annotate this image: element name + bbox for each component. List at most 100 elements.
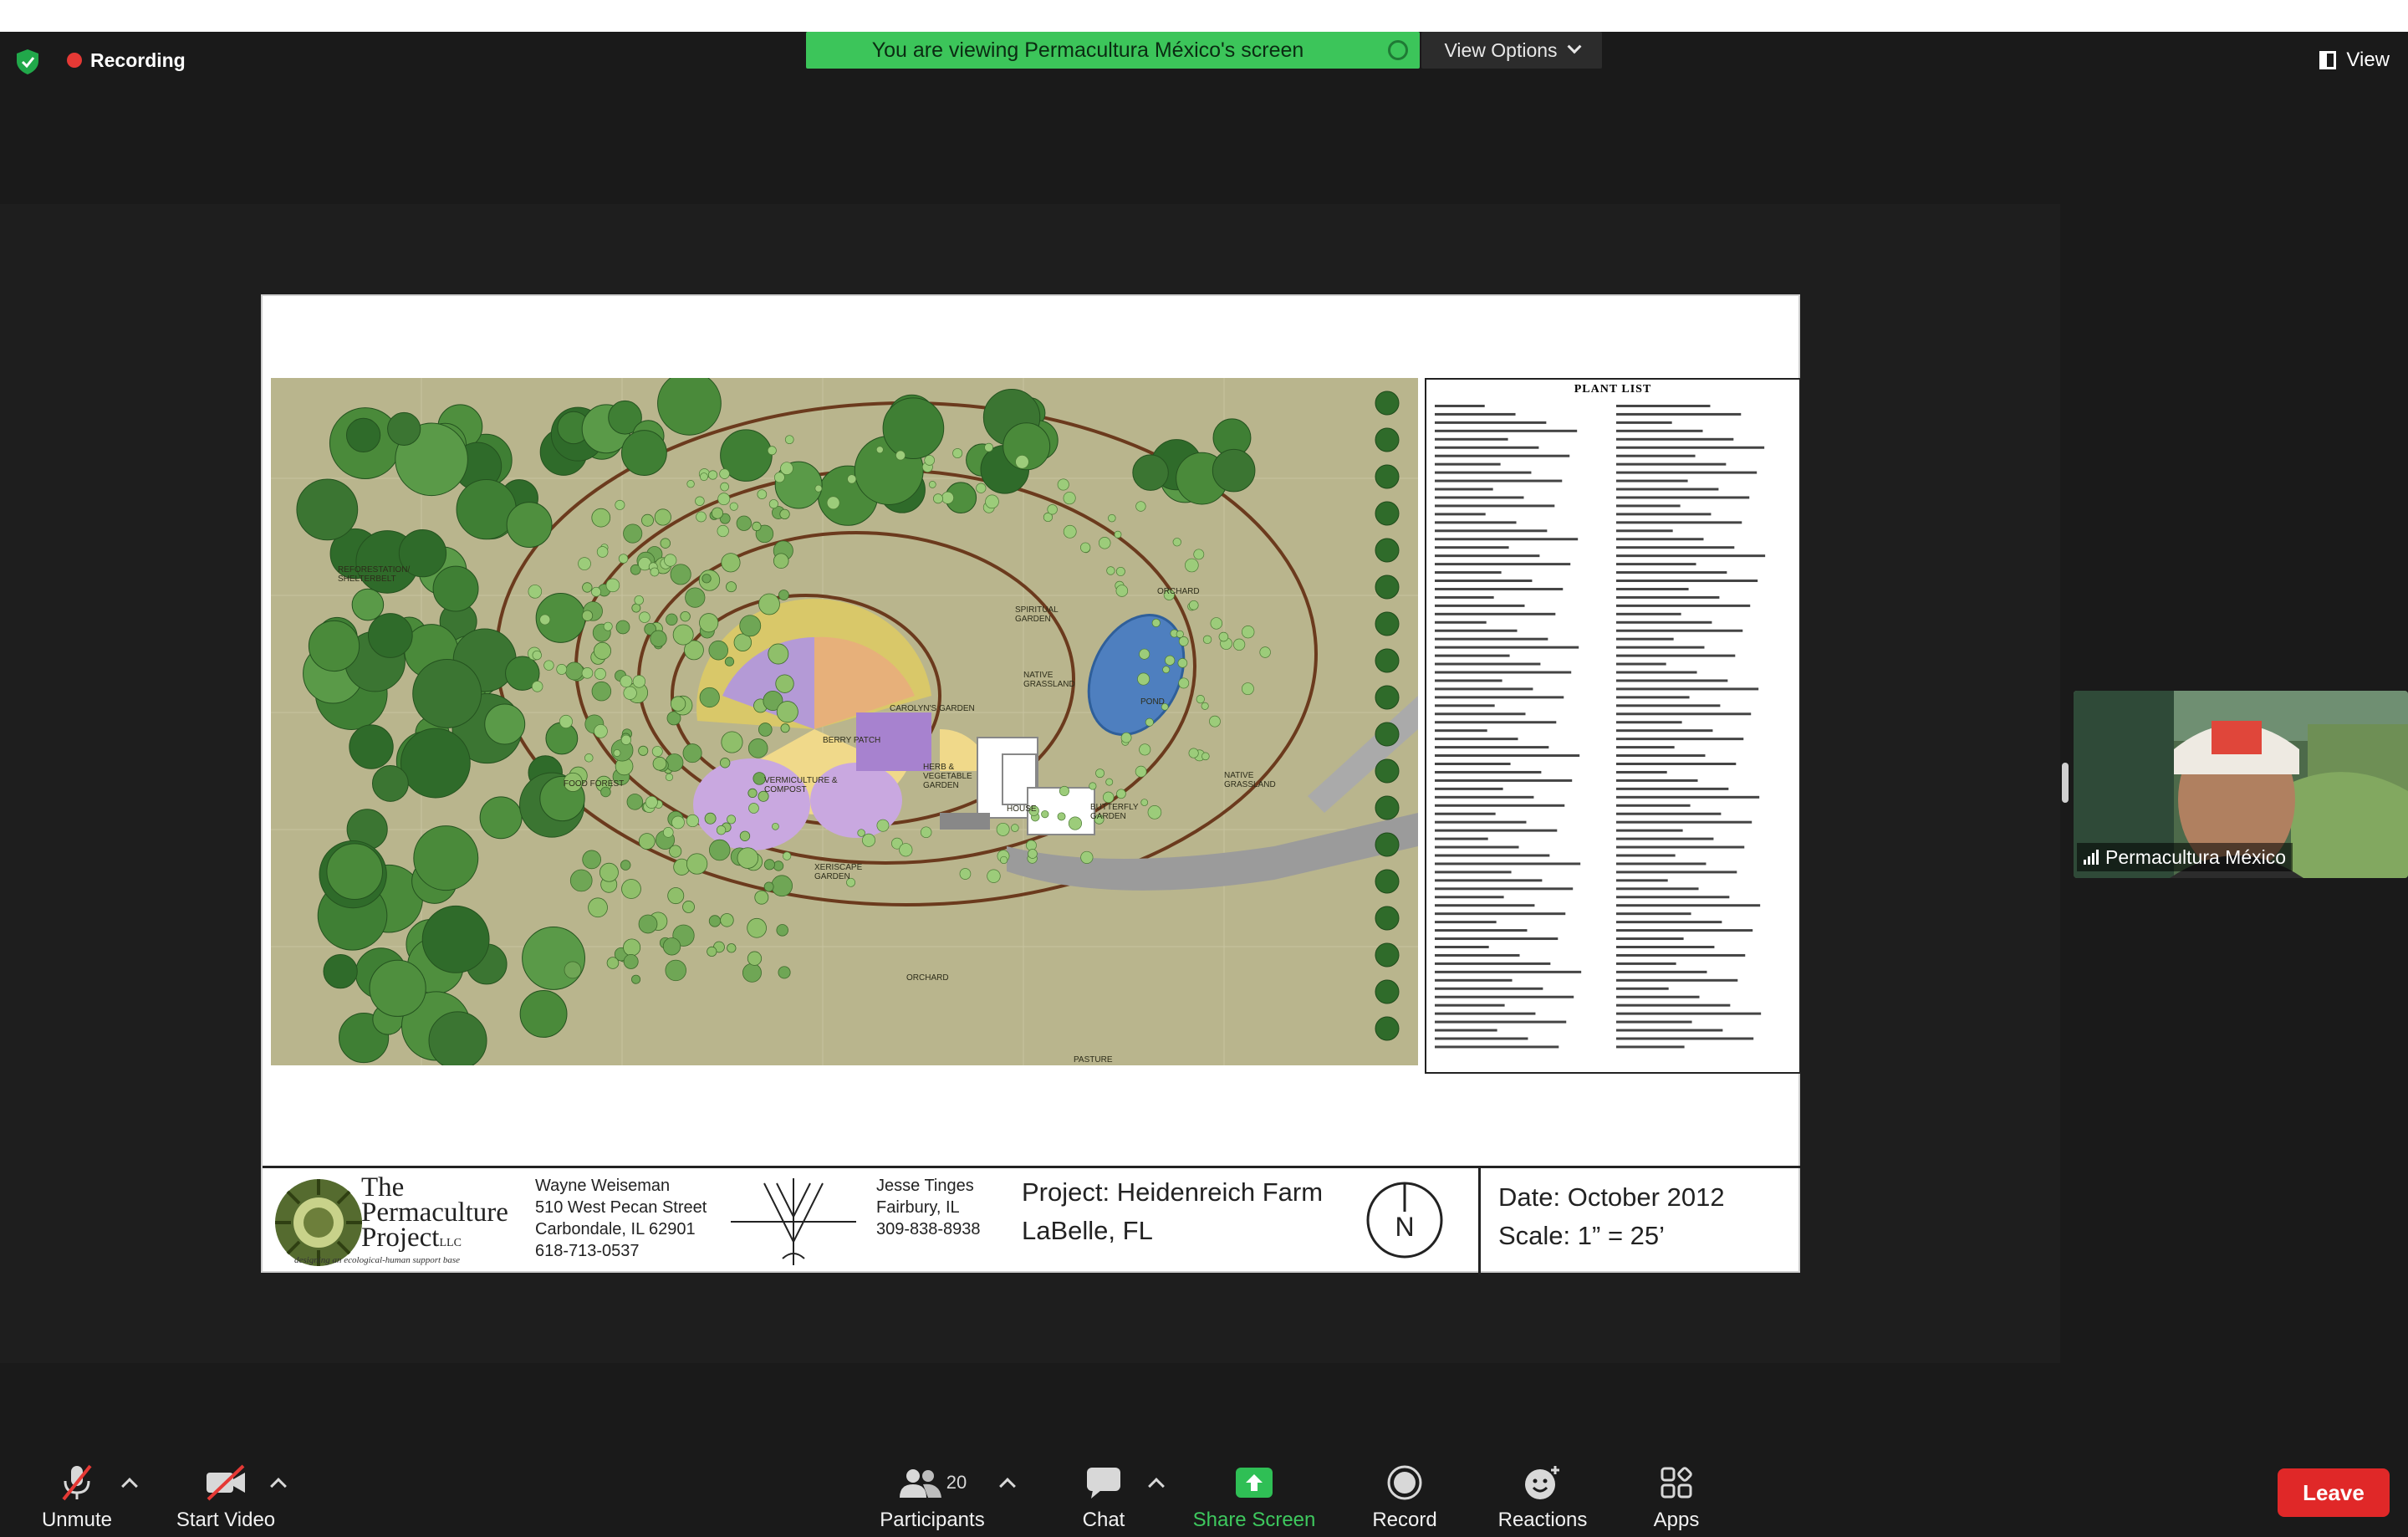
plant-list-entry-line	[1434, 845, 1519, 849]
orchard-tree	[748, 803, 759, 814]
orchard-tree	[578, 557, 591, 570]
orchard-tree	[1163, 589, 1175, 600]
plant-list-entry-line	[1434, 795, 1534, 799]
shrub	[631, 974, 641, 984]
orchard-tree	[1259, 646, 1271, 658]
plant-list-entry-line	[1615, 687, 1759, 691]
orchard-tree	[662, 827, 674, 838]
orchard-tree	[757, 489, 768, 500]
plant-list-entry-line	[1615, 995, 1700, 998]
plant-list-entry-line	[1434, 962, 1551, 965]
shrub	[623, 523, 643, 544]
plant-list-entry-line	[1615, 538, 1704, 541]
shrub	[582, 582, 593, 593]
orchard-tree	[620, 675, 633, 688]
plant-list-entry-line	[1434, 446, 1539, 449]
shrub	[599, 862, 619, 882]
start-video-button[interactable]: Start Video	[167, 1457, 284, 1532]
apps-button[interactable]: Apps	[1639, 1457, 1714, 1532]
orchard-tree	[1095, 768, 1105, 779]
plan-scale: Scale: 1” = 25’	[1498, 1221, 1666, 1250]
security-shield-icon[interactable]	[15, 49, 40, 75]
orchard-tree	[1210, 617, 1223, 630]
shrub	[739, 615, 762, 637]
panel-resize-handle[interactable]	[2062, 763, 2069, 803]
windbreak-tree	[1375, 648, 1400, 673]
plant-list-entry-line	[1434, 921, 1497, 924]
participant-video-tile[interactable]: Permacultura México	[2074, 691, 2408, 878]
chat-button[interactable]: Chat	[1062, 1457, 1145, 1532]
shrub	[758, 790, 769, 802]
plant-list-entry-line	[1434, 696, 1564, 699]
plant-list-entry-line	[1434, 604, 1525, 607]
project-info: Project: Heidenreich Farm LaBelle, FL	[1022, 1173, 1323, 1250]
plant-list-entry-line	[1615, 454, 1696, 457]
plant-list-entry-line	[1434, 654, 1510, 657]
plant-list-entry-line	[1434, 945, 1489, 948]
plant-list-entry-line	[1434, 529, 1548, 533]
plant-list-entry-line	[1615, 604, 1751, 607]
orchard-tree	[1161, 702, 1169, 711]
orchard-tree	[727, 814, 737, 825]
apps-grid-icon	[1650, 1462, 1703, 1504]
plant-list-entry-line	[1434, 546, 1509, 549]
view-options-button[interactable]: View Options	[1421, 32, 1602, 69]
plant-list-entry-line	[1434, 738, 1518, 741]
tree-canopy	[882, 397, 945, 459]
plant-list-entry-line	[1434, 580, 1533, 583]
record-button[interactable]: Record	[1363, 1457, 1446, 1532]
chat-options-caret-icon[interactable]	[1148, 1478, 1165, 1494]
plant-list-entry-line	[1615, 504, 1681, 508]
view-button[interactable]: View	[2319, 47, 2390, 74]
windbreak-tree	[1375, 758, 1400, 784]
plant-list-entry-line	[1615, 1037, 1754, 1040]
shrub	[588, 897, 608, 918]
shrub	[708, 915, 722, 927]
reactions-button[interactable]: Reactions	[1488, 1457, 1597, 1532]
orchard-tree	[584, 753, 594, 763]
orchard-tree	[581, 667, 594, 679]
participants-options-caret-icon[interactable]	[999, 1478, 1016, 1494]
shrub	[758, 723, 773, 737]
orchard-tree	[1098, 537, 1111, 549]
orchard-tree	[1147, 805, 1162, 820]
shrub	[778, 966, 791, 979]
tree-canopy	[371, 764, 409, 802]
leave-button[interactable]: Leave	[2278, 1468, 2390, 1517]
plant-list-entry-line	[1615, 953, 1746, 957]
orchard-tree	[952, 448, 963, 459]
orchard-tree	[895, 450, 906, 461]
unmute-button[interactable]: Unmute	[35, 1457, 119, 1532]
orchard-tree	[1241, 682, 1254, 696]
orchard-tree	[1057, 812, 1066, 821]
tree-canopy	[367, 613, 413, 658]
orchard-tree	[1115, 585, 1129, 597]
plant-list-entry-line	[1434, 712, 1526, 716]
shrub	[699, 687, 720, 708]
shrub	[773, 860, 784, 871]
orchard-tree	[1178, 677, 1190, 689]
plant-list-entry-line	[1615, 812, 1722, 815]
share-screen-button[interactable]: Share Screen	[1187, 1457, 1321, 1532]
orchard-tree	[613, 749, 621, 757]
project-name: Project: Heidenreich Farm	[1022, 1177, 1324, 1207]
orchard-tree	[1011, 824, 1019, 832]
participants-button[interactable]: 20 Participants	[870, 1457, 995, 1532]
orchard-tree	[814, 484, 823, 493]
unmute-options-caret-icon[interactable]	[121, 1478, 138, 1494]
orchard-tree	[664, 554, 677, 567]
plant-list-entry-line	[1434, 704, 1495, 707]
plan-date: Date: October 2012	[1498, 1182, 1725, 1212]
designer-phone: 618-713-0537	[535, 1242, 640, 1260]
orchard-tree	[651, 746, 663, 757]
tree-canopy	[519, 990, 568, 1038]
shrub	[680, 610, 691, 622]
shrub	[666, 613, 678, 626]
recording-indicator[interactable]: Recording	[67, 47, 186, 74]
recording-label: Recording	[90, 49, 186, 71]
plant-list-entry-line	[1434, 687, 1533, 691]
tree-canopy	[323, 953, 358, 989]
shrub	[569, 869, 593, 892]
shrub	[606, 957, 620, 969]
plant-list-entry-line	[1434, 587, 1564, 590]
